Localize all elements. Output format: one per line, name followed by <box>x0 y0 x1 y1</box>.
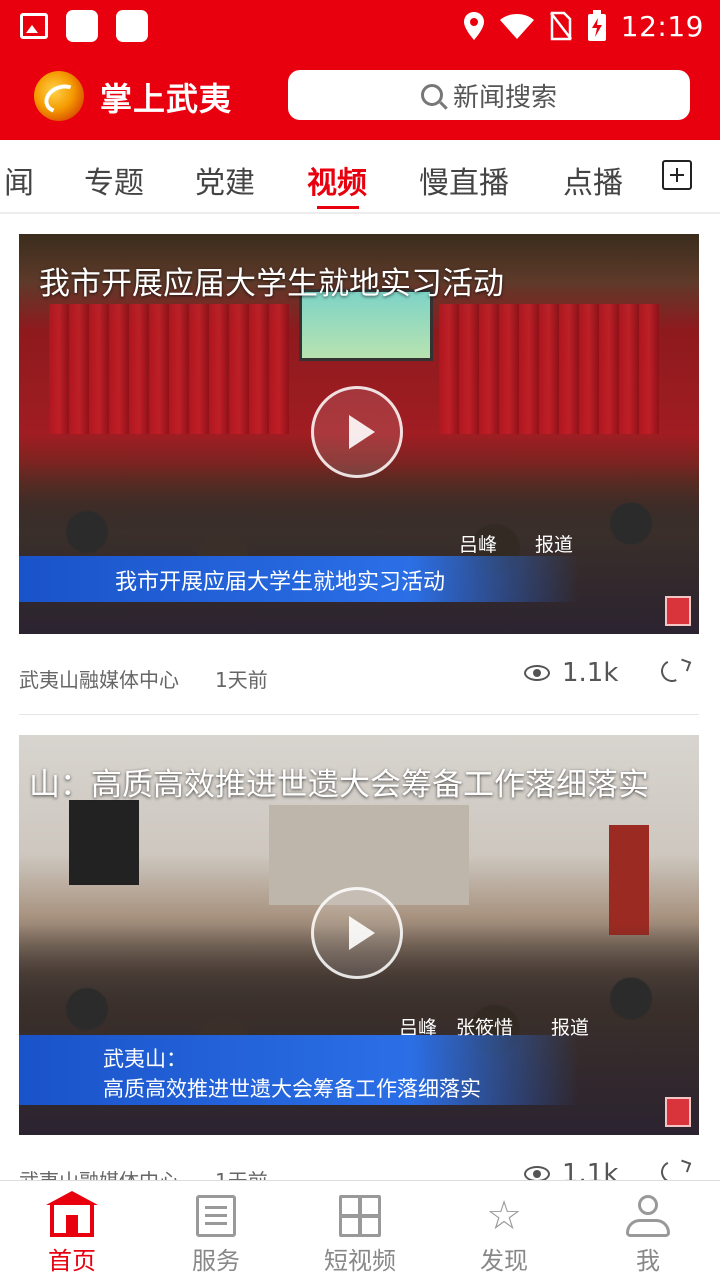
nav-label: 发现 <box>480 1247 528 1275</box>
notification-icon <box>66 10 98 42</box>
video-card[interactable]: 我市开展应届大学生就地实习活动 吕峰 报道 我市开展应届大学生就地实习活动 武夷… <box>19 234 699 704</box>
video-time: 1天前 <box>215 668 268 692</box>
nav-me[interactable]: 我 <box>576 1181 720 1281</box>
share-icon[interactable] <box>657 656 687 686</box>
video-title: 我市开展应届大学生就地实习活动 <box>39 266 504 302</box>
nav-short-video[interactable]: 短视频 <box>288 1181 432 1281</box>
tv-screen <box>69 800 139 885</box>
subtitle-bar: 武夷山： 高质高效推进世遗大会筹备工作落细落实 <box>19 1035 579 1105</box>
active-tab-indicator <box>317 206 359 209</box>
app-header: 掌上武夷 新闻搜索 <box>0 52 720 140</box>
search-box[interactable]: 新闻搜索 <box>288 70 690 120</box>
video-meta: 武夷山融媒体中心 1天前 1.1k <box>19 656 699 698</box>
subtitle-line: 我市开展应届大学生就地实习活动 <box>115 570 446 595</box>
tab-news[interactable]: 闻 <box>4 158 34 202</box>
home-icon <box>46 1191 98 1237</box>
app-title: 掌上武夷 <box>100 80 233 118</box>
video-card[interactable]: 山：高质高效推进世遗大会筹备工作落细落实 吕峰 张筱惜 报道 武夷山： 高质高效… <box>19 735 699 1205</box>
clock: 12:19 <box>620 9 704 43</box>
subtitle-line: 高质高效推进世遗大会筹备工作落细落实 <box>103 1077 481 1101</box>
search-icon <box>420 84 443 106</box>
stage-curtain <box>49 304 289 434</box>
status-bar: 12:19 <box>0 0 720 52</box>
location-icon <box>463 12 484 40</box>
star-icon: ☆ <box>486 1193 522 1239</box>
video-source: 武夷山融媒体中心 <box>19 668 179 692</box>
gallery-icon <box>20 13 48 39</box>
subtitle-bar: 我市开展应届大学生就地实习活动 <box>19 556 579 602</box>
channel-badge <box>665 1097 691 1127</box>
video-title: 山：高质高效推进世遗大会筹备工作落细落实 <box>29 767 649 803</box>
audience <box>19 464 699 634</box>
card-divider <box>19 714 699 715</box>
reporter-credit: 吕峰 报道 <box>459 534 574 556</box>
add-channel-icon[interactable] <box>662 160 692 190</box>
nav-label: 短视频 <box>324 1247 396 1275</box>
view-count-value: 1.1k <box>562 658 619 688</box>
channel-badge <box>665 596 691 626</box>
notification-icon <box>116 10 148 42</box>
play-button[interactable] <box>311 887 403 979</box>
tab-slow-live[interactable]: 慢直播 <box>419 158 509 202</box>
nav-label: 首页 <box>48 1247 96 1275</box>
subtitle-line: 武夷山： <box>103 1047 187 1071</box>
eye-icon <box>524 665 550 681</box>
person-icon <box>626 1195 670 1239</box>
nav-discover[interactable]: ☆ 发现 <box>432 1181 576 1281</box>
nav-label: 服务 <box>192 1247 240 1275</box>
tab-on-demand[interactable]: 点播 <box>563 158 623 202</box>
nav-label: 我 <box>636 1247 660 1275</box>
nav-home[interactable]: 首页 <box>0 1181 144 1281</box>
search-placeholder: 新闻搜索 <box>452 82 557 113</box>
nav-services[interactable]: 服务 <box>144 1181 288 1281</box>
stage-curtain <box>439 304 659 434</box>
no-sim-icon <box>549 11 572 41</box>
channel-tabs: 闻 专题 党建 视频 慢直播 点播 <box>0 140 720 214</box>
wifi-icon <box>499 14 534 39</box>
document-icon <box>196 1195 236 1237</box>
tab-video[interactable]: 视频 <box>307 158 367 202</box>
bottom-navigation: 首页 服务 短视频 ☆ 发现 我 <box>0 1180 720 1281</box>
video-thumbnail[interactable]: 山：高质高效推进世遗大会筹备工作落细落实 吕峰 张筱惜 报道 武夷山： 高质高效… <box>19 735 699 1135</box>
video-thumbnail[interactable]: 我市开展应届大学生就地实习活动 吕峰 报道 我市开展应届大学生就地实习活动 <box>19 234 699 634</box>
tab-topics[interactable]: 专题 <box>84 158 144 202</box>
grid-icon <box>339 1195 381 1237</box>
app-logo <box>34 71 84 121</box>
play-button[interactable] <box>311 386 403 478</box>
battery-charging-icon <box>587 10 606 41</box>
door <box>609 825 649 935</box>
tab-party[interactable]: 党建 <box>195 158 255 202</box>
view-count: 1.1k <box>524 658 618 688</box>
